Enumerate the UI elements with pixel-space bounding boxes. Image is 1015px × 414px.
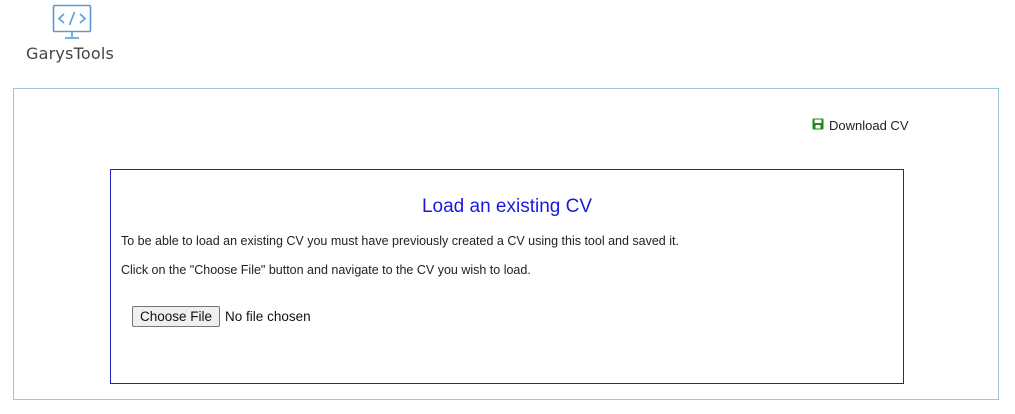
brand-name: GarysTools [26, 44, 114, 63]
choose-file-button[interactable]: Choose File [132, 306, 221, 327]
download-cv-label: Download CV [829, 118, 909, 133]
file-input[interactable]: Choose File No file chosen [132, 306, 311, 327]
file-status-text: No file chosen [225, 309, 311, 324]
download-cv-link[interactable]: Download CV [812, 118, 909, 133]
load-cv-instructions-2: Click on the "Choose File" button and na… [121, 263, 531, 277]
load-cv-instructions-1: To be able to load an existing CV you mu… [121, 234, 679, 248]
save-icon [812, 118, 829, 133]
load-cv-title: Load an existing CV [421, 196, 593, 217]
load-cv-panel: Load an existing CV To be able to load a… [110, 169, 904, 384]
code-monitor-icon [52, 4, 92, 42]
brand-logo[interactable]: GarysTools [24, 4, 124, 68]
